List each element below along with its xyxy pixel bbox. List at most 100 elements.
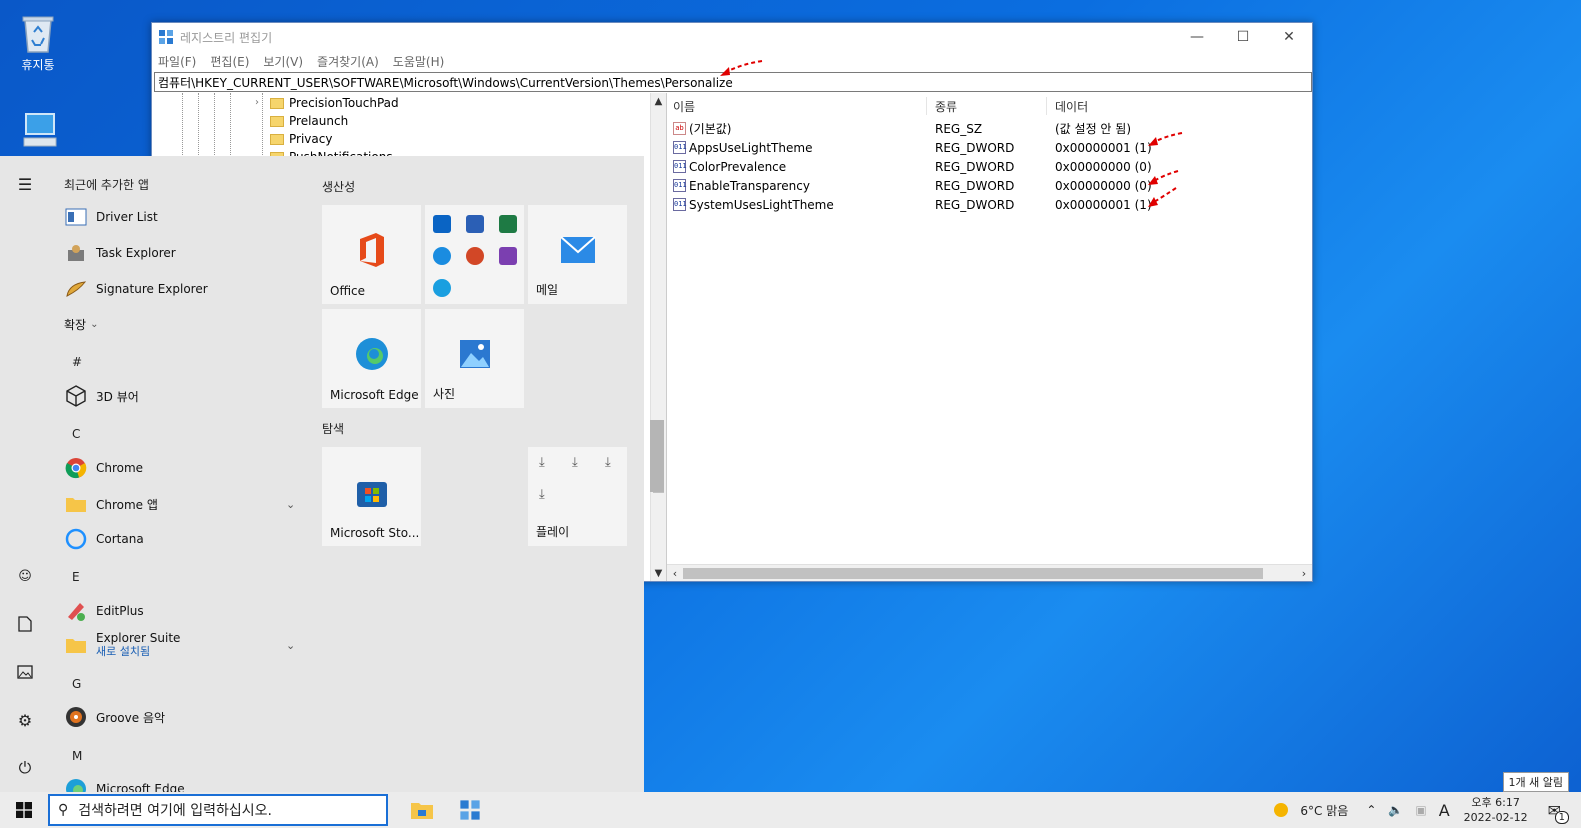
- value-row-systemuseslighttheme[interactable]: 011 SystemUsesLightTheme: [673, 195, 834, 214]
- group-letter-hash[interactable]: #: [72, 355, 82, 369]
- value-name: ColorPrevalence: [689, 159, 787, 174]
- scroll-left-icon[interactable]: ‹: [667, 565, 683, 582]
- expand-toggle[interactable]: 확장 ⌄: [64, 309, 98, 339]
- tile-photos[interactable]: 사진: [425, 309, 524, 408]
- powerpoint-icon: [466, 247, 484, 265]
- app-driver-list[interactable]: Driver List: [64, 202, 158, 232]
- recycle-bin-label: 휴지통: [21, 58, 55, 72]
- menu-favorites[interactable]: 즐겨찾기(A): [317, 53, 379, 70]
- tree-item-prelaunch[interactable]: Prelaunch: [270, 112, 348, 130]
- sun-icon: [1274, 803, 1289, 817]
- clock[interactable]: 오후 6:17 2022-02-12: [1464, 795, 1528, 825]
- weather-widget[interactable]: 6°C 맑음: [1268, 802, 1354, 819]
- scroll-down-icon[interactable]: ▼: [651, 565, 666, 581]
- menu-file[interactable]: 파일(F): [158, 53, 196, 70]
- app-label: Task Explorer: [96, 246, 176, 260]
- hamburger-menu-icon[interactable]: ☰: [13, 172, 37, 196]
- value-row-default[interactable]: ab (기본값): [673, 119, 731, 138]
- scroll-up-icon[interactable]: ▲: [651, 93, 666, 109]
- app-cortana[interactable]: Cortana: [64, 524, 144, 554]
- this-pc-shortcut[interactable]: [10, 110, 70, 152]
- ime-indicator[interactable]: A: [1439, 801, 1450, 820]
- minimize-button[interactable]: —: [1174, 23, 1220, 51]
- editplus-icon: [64, 599, 88, 623]
- values-horizontal-scrollbar[interactable]: ‹ ›: [667, 564, 1312, 581]
- value-row-colorprevalence[interactable]: 011 ColorPrevalence: [673, 157, 786, 176]
- menu-help[interactable]: 도움말(H): [393, 53, 445, 70]
- tile-microsoft-store[interactable]: Microsoft Sto...: [322, 447, 421, 546]
- notification-center-button[interactable]: ✉ 1: [1542, 801, 1569, 824]
- photos-icon: [459, 339, 490, 368]
- clock-time: 오후 6:17: [1471, 796, 1520, 809]
- group-letter-c[interactable]: C: [72, 427, 80, 441]
- scroll-right-icon[interactable]: ›: [1296, 565, 1312, 582]
- network-icon[interactable]: ▣: [1415, 803, 1426, 817]
- tree-item-privacy[interactable]: Privacy: [270, 130, 332, 148]
- column-header-name[interactable]: 이름: [667, 97, 927, 115]
- app-list[interactable]: 최근에 추가한 앱 Driver List Task Explorer Sign…: [50, 156, 310, 792]
- chevron-down-icon[interactable]: ⌄: [286, 498, 295, 511]
- app-signature-explorer[interactable]: Signature Explorer: [64, 274, 208, 304]
- taskbar-file-explorer[interactable]: [398, 792, 446, 828]
- value-row-enabletransparency[interactable]: 011 EnableTransparency: [673, 176, 810, 195]
- tree-vertical-scrollbar[interactable]: ▲ ▼: [650, 93, 666, 581]
- app-groove-music[interactable]: Groove 음악: [64, 702, 165, 732]
- user-icon[interactable]: ☺: [13, 564, 37, 588]
- tile-play-folder[interactable]: ⤓ ⤓ ⤓ ⤓ 플레이: [528, 447, 627, 546]
- scroll-thumb[interactable]: [683, 568, 1263, 579]
- settings-gear-icon[interactable]: ⚙: [13, 708, 37, 732]
- app-label: Signature Explorer: [96, 282, 208, 296]
- value-row-appsuselighttheme[interactable]: 011 AppsUseLightTheme: [673, 138, 812, 157]
- app-explorer-suite[interactable]: Explorer Suite 새로 설치됨 ⌄: [64, 630, 295, 660]
- values-pane[interactable]: 이름 종류 데이터 ab (기본값) REG_SZ (값 설정 안 됨) 011…: [667, 93, 1312, 581]
- regedit-app-icon: [460, 800, 480, 820]
- volume-icon[interactable]: 🔈: [1388, 803, 1403, 817]
- app-label: Explorer Suite: [96, 631, 181, 645]
- app-chrome[interactable]: Chrome: [64, 453, 143, 483]
- tile-label: 사진: [433, 387, 456, 401]
- app-label: Microsoft Edge: [96, 782, 185, 792]
- menu-edit[interactable]: 편집(E): [210, 53, 249, 70]
- taskbar-search-input[interactable]: ⚲ 검색하려면 여기에 입력하십시오.: [48, 794, 388, 826]
- chevron-up-icon[interactable]: ⌃: [1366, 803, 1376, 817]
- group-letter-e[interactable]: E: [72, 570, 80, 584]
- tree-item-precisiontouchpad[interactable]: PrecisionTouchPad: [270, 94, 399, 112]
- value-data: 0x00000001 (1): [1055, 197, 1152, 212]
- group-letter-m[interactable]: M: [72, 749, 82, 763]
- title-bar[interactable]: 레지스트리 편집기 — ☐ ✕: [152, 23, 1312, 51]
- power-icon[interactable]: ⏻: [13, 756, 37, 780]
- start-button[interactable]: [0, 792, 48, 828]
- pictures-icon[interactable]: [13, 660, 37, 684]
- start-menu-scrollbar[interactable]: [650, 420, 664, 492]
- expand-chevron-icon[interactable]: ›: [255, 97, 259, 108]
- column-header-data[interactable]: 데이터: [1049, 97, 1299, 115]
- edge-icon: [64, 777, 88, 792]
- app-chrome-apps[interactable]: Chrome 앱 ⌄: [64, 489, 295, 519]
- string-value-icon: ab: [673, 122, 686, 135]
- group-letter-g[interactable]: G: [72, 677, 81, 691]
- download-icon: ⤓: [539, 487, 545, 502]
- app-editplus[interactable]: EditPlus: [64, 596, 144, 626]
- chevron-down-icon[interactable]: ⌄: [286, 639, 295, 652]
- menu-view[interactable]: 보기(V): [263, 53, 303, 70]
- tile-office[interactable]: Office: [322, 205, 421, 304]
- close-button[interactable]: ✕: [1266, 23, 1312, 51]
- tree-item-label: Privacy: [289, 132, 333, 146]
- explore-section-title: 탐색: [322, 422, 345, 436]
- recently-added-header: 최근에 추가한 앱: [64, 178, 149, 192]
- maximize-button[interactable]: ☐: [1220, 23, 1266, 51]
- app-microsoft-edge[interactable]: Microsoft Edge: [64, 774, 185, 792]
- taskbar-regedit[interactable]: [446, 792, 494, 828]
- tree-item-label: PrecisionTouchPad: [289, 96, 399, 110]
- start-menu[interactable]: ☰ ☺ ⚙ ⏻ 최근에 추가한 앱 Driver List Task Explo…: [0, 156, 644, 792]
- app-3d-viewer[interactable]: 3D 뷰어: [64, 381, 139, 411]
- app-task-explorer[interactable]: Task Explorer: [64, 238, 176, 268]
- value-data: 0x00000001 (1): [1055, 140, 1152, 155]
- excel-icon: [499, 215, 517, 233]
- recycle-bin-shortcut[interactable]: 휴지통: [8, 12, 68, 73]
- tile-office-apps-group[interactable]: [425, 205, 524, 304]
- tile-microsoft-edge[interactable]: Microsoft Edge: [322, 309, 421, 408]
- column-header-type[interactable]: 종류: [929, 97, 1047, 115]
- tile-mail[interactable]: 메일: [528, 205, 627, 304]
- documents-icon[interactable]: [13, 612, 37, 636]
